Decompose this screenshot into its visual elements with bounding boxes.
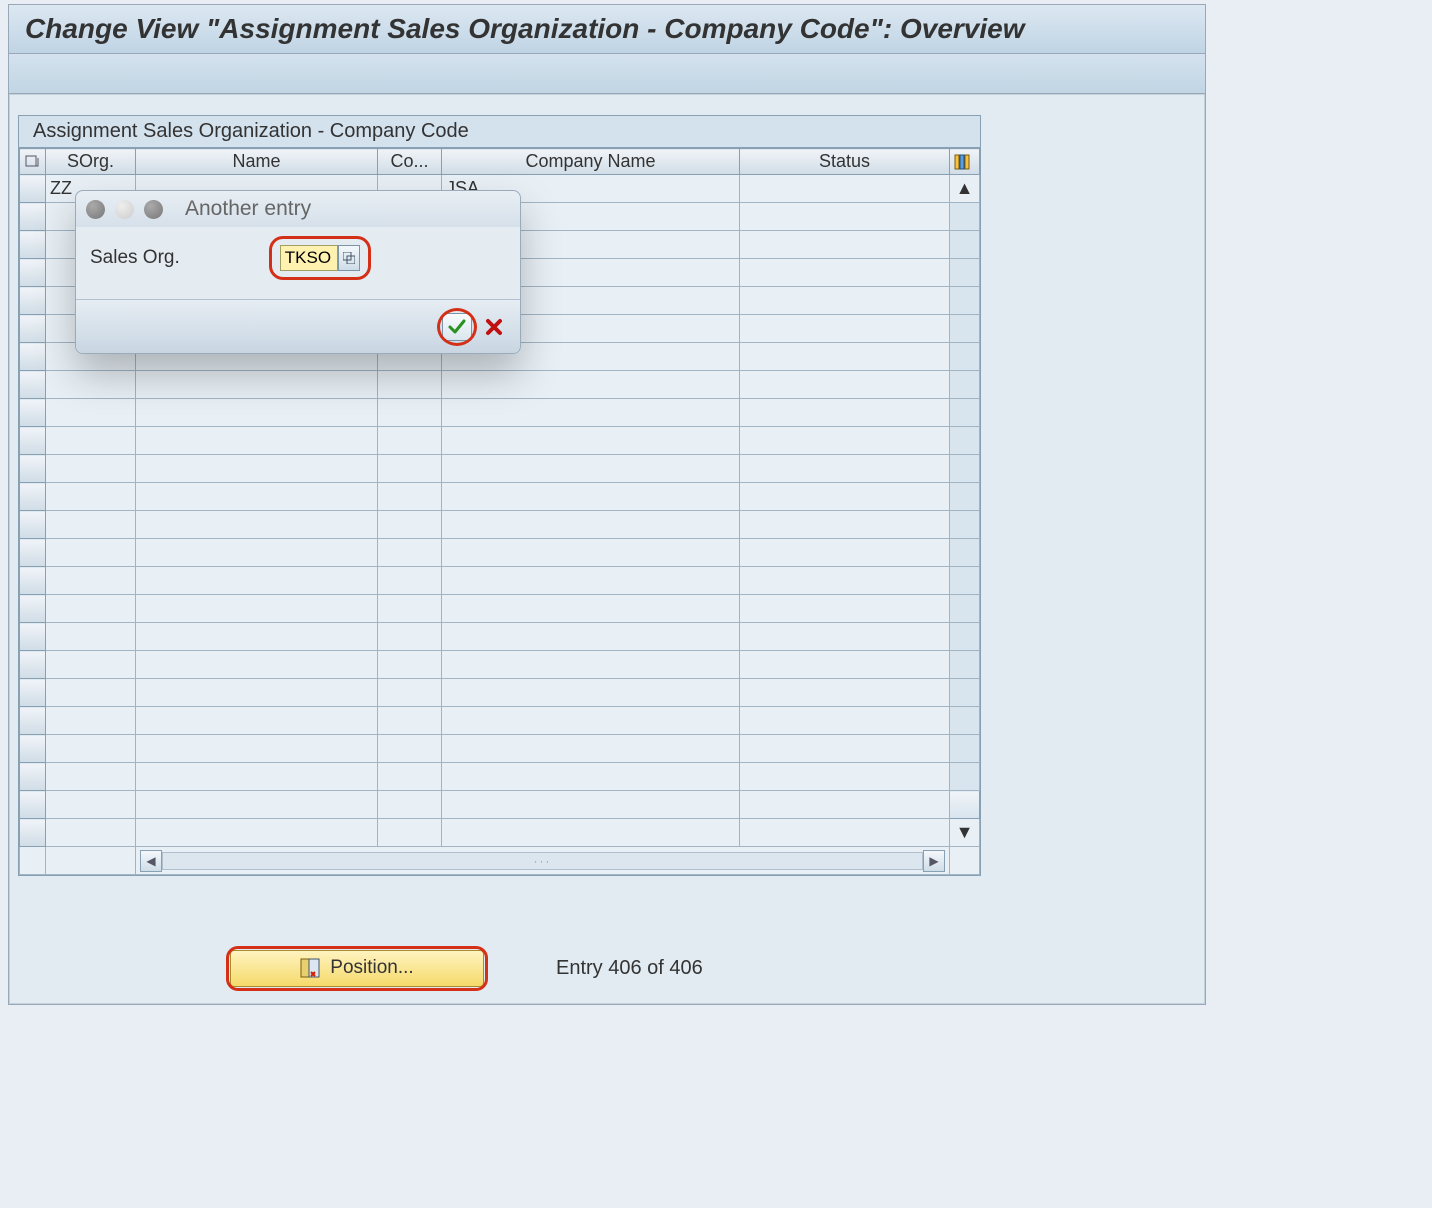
table-row[interactable] [20,679,980,707]
application-toolbar [9,54,1205,94]
sales-org-input[interactable] [280,245,338,271]
col-sorg[interactable]: SOrg. [46,149,136,175]
cell-status[interactable] [740,175,950,203]
value-help-button[interactable] [338,245,360,271]
sales-org-field-wrap [280,245,360,271]
row-selector[interactable] [20,259,46,287]
col-company-name-label: Company Name [525,151,655,171]
row-selector[interactable] [20,287,46,315]
settings-icon [954,154,975,170]
scroll-up-button[interactable]: ▲ [950,175,980,203]
col-company-name[interactable]: Company Name [442,149,740,175]
row-selector[interactable] [20,231,46,259]
row-selector[interactable] [20,427,46,455]
dialog-body: Sales Org. [76,227,520,299]
row-selector[interactable] [20,819,46,847]
row-selector[interactable] [20,651,46,679]
table-row[interactable] [20,735,980,763]
row-selector[interactable] [20,623,46,651]
cell-sorg-value: ZZ [50,178,72,198]
row-selector[interactable] [20,343,46,371]
value-help-icon [343,252,355,264]
row-selector[interactable] [20,203,46,231]
cancel-button[interactable] [484,317,504,337]
row-selector[interactable] [20,399,46,427]
col-co-label: Co... [390,151,428,171]
col-status[interactable]: Status [740,149,950,175]
table-row[interactable] [20,651,980,679]
cancel-icon [484,317,504,337]
col-name[interactable]: Name [136,149,378,175]
sales-org-label: Sales Org. [90,247,180,269]
row-selector[interactable] [20,483,46,511]
dialog-titlebar[interactable]: Another entry [76,191,520,227]
scroll-right-button[interactable]: ▶ [923,850,945,872]
row-selector[interactable] [20,371,46,399]
confirm-button[interactable] [442,313,472,341]
row-selector[interactable] [20,763,46,791]
table-row[interactable] [20,399,980,427]
select-all-icon [24,154,41,170]
col-status-label: Status [819,151,870,171]
table-row[interactable] [20,511,980,539]
row-selector-header[interactable] [20,149,46,175]
entry-counter: Entry 406 of 406 [556,957,703,980]
window-close-dot[interactable] [86,200,105,219]
table-row[interactable] [20,791,980,819]
position-icon [300,958,320,978]
col-co[interactable]: Co... [378,149,442,175]
horizontal-scrollbar[interactable]: ◀ ··· ▶ [20,847,980,875]
col-name-label: Name [232,151,280,171]
position-button-label: Position... [330,957,413,979]
row-selector[interactable] [20,707,46,735]
scroll-track[interactable]: ··· [162,852,923,870]
section-title: Assignment Sales Organization - Company … [33,120,469,142]
table-row[interactable] [20,763,980,791]
col-sorg-label: SOrg. [67,151,114,171]
dialog-title: Another entry [185,197,311,221]
main-window: Change View "Assignment Sales Organizati… [8,4,1206,1005]
scroll-left-button[interactable]: ◀ [140,850,162,872]
table-row[interactable] [20,539,980,567]
page-title-text: Change View "Assignment Sales Organizati… [25,13,1025,44]
row-selector[interactable] [20,511,46,539]
position-button[interactable]: Position... [230,950,484,987]
page-title: Change View "Assignment Sales Organizati… [9,5,1205,54]
entry-counter-text: Entry 406 of 406 [556,957,703,979]
row-selector[interactable] [20,567,46,595]
row-selector[interactable] [20,595,46,623]
row-selector[interactable] [20,455,46,483]
table-row[interactable] [20,455,980,483]
dialog-footer [76,299,520,353]
table-row[interactable]: ▼ [20,819,980,847]
table-row[interactable] [20,623,980,651]
row-selector[interactable] [20,679,46,707]
row-selector[interactable] [20,539,46,567]
window-max-dot[interactable] [144,200,163,219]
scroll-down-button[interactable]: ▼ [950,819,980,847]
table-row[interactable] [20,595,980,623]
section-header: Assignment Sales Organization - Company … [19,116,980,148]
footer-bar: Position... Entry 406 of 406 [10,933,1204,1003]
table-row[interactable] [20,371,980,399]
checkmark-icon [447,318,467,336]
another-entry-dialog: Another entry Sales Org. [75,190,521,354]
table-row[interactable] [20,483,980,511]
table-settings[interactable] [950,149,980,175]
window-min-dot[interactable] [115,200,134,219]
table-row[interactable] [20,707,980,735]
row-selector[interactable] [20,791,46,819]
table-row[interactable] [20,567,980,595]
row-selector[interactable] [20,315,46,343]
row-selector[interactable] [20,175,46,203]
row-selector[interactable] [20,735,46,763]
table-row[interactable] [20,427,980,455]
